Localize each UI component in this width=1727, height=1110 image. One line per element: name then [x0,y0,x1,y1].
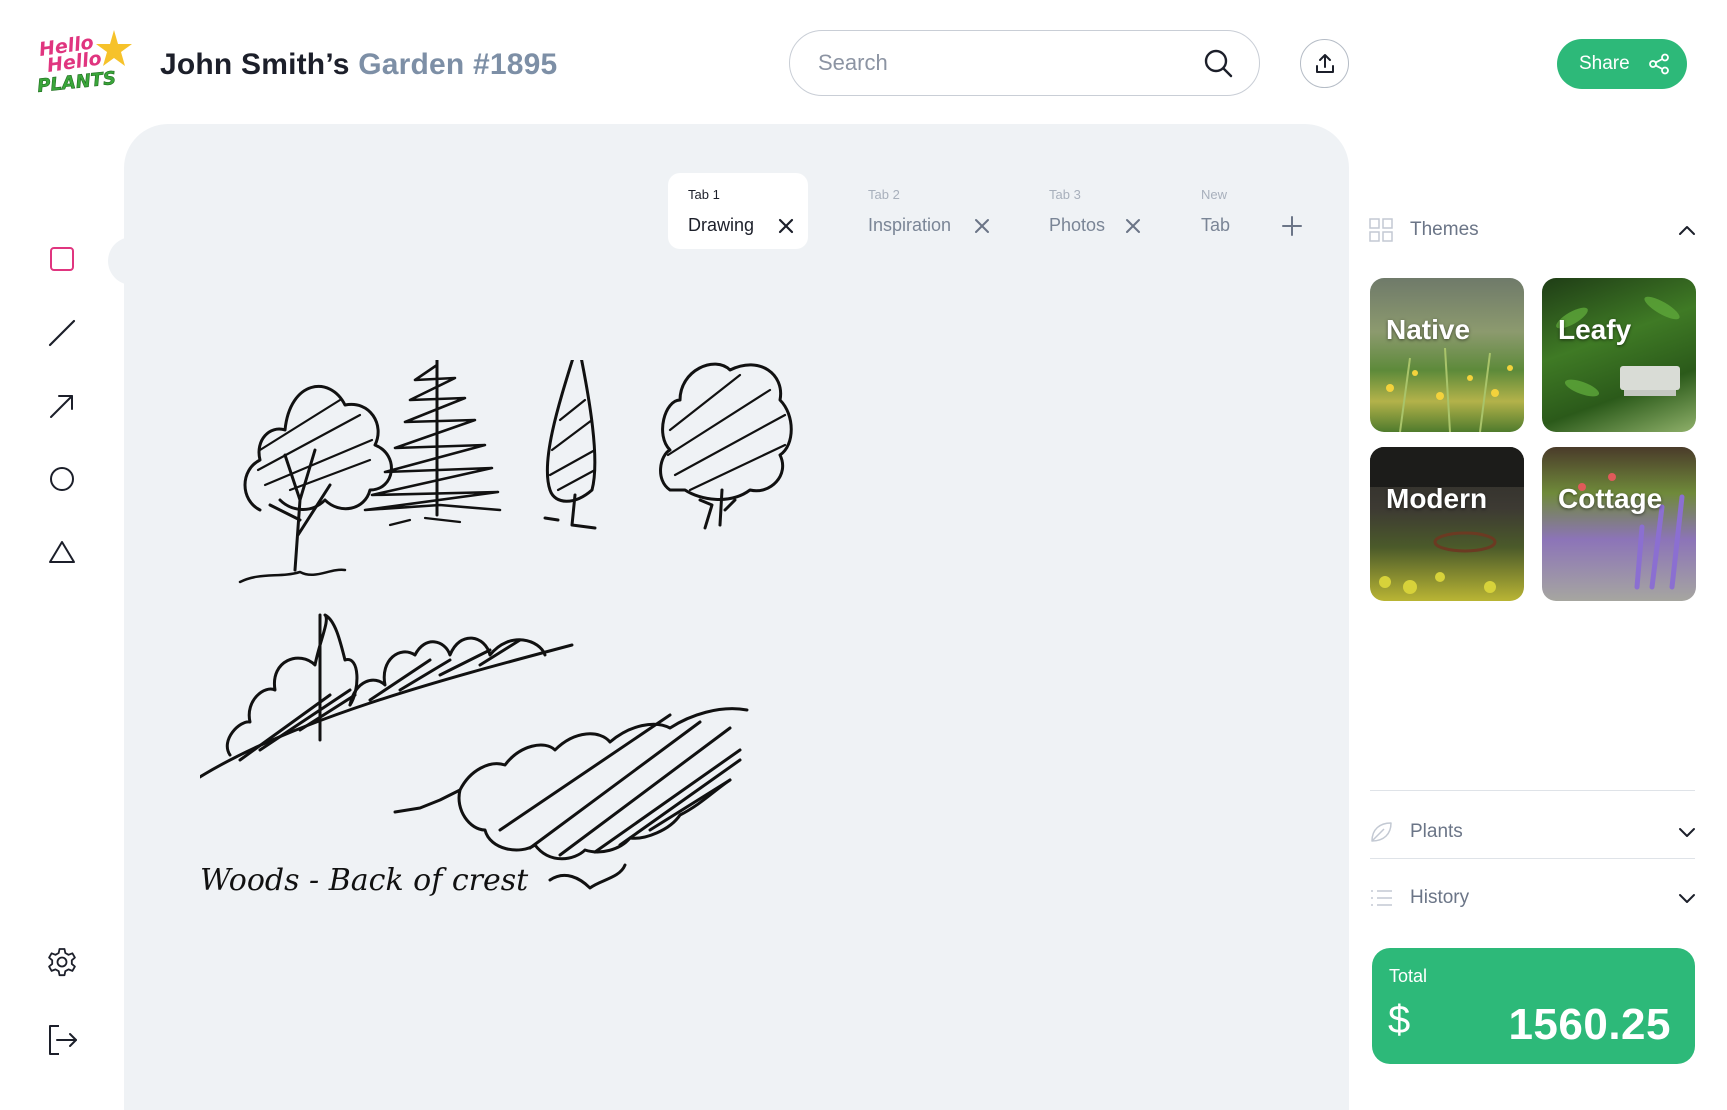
app-page: Hello Hello PLANTS John Smith’s Garden #… [0,0,1727,1110]
tab-label: Inspiration [868,215,952,235]
page-title: John Smith’s Garden #1895 [160,48,557,82]
theme-name: Leafy [1558,314,1632,345]
divider [1370,790,1695,791]
search-icon[interactable] [1203,48,1233,78]
logout-icon [49,1025,77,1055]
garden-name: Garden #1895 [358,48,558,81]
share-button[interactable]: Share [1557,39,1687,89]
tab-number: Tab 3 [1049,187,1081,202]
rectangle-tool[interactable] [44,241,80,277]
leaf-icon [1371,822,1392,842]
divider [1370,858,1695,859]
tab-drawing[interactable]: Tab 1 Drawing [668,173,808,249]
gear-icon [48,948,76,977]
list-icon [1371,890,1392,906]
themes-section-header[interactable]: Themes [1368,210,1698,250]
garden-owner: John Smith’s [160,48,350,81]
close-icon[interactable] [972,216,992,236]
tab-number: Tab 2 [868,187,900,202]
modern-theme-photo [1370,447,1524,594]
arrow-icon [50,395,73,418]
circle-tool[interactable] [44,461,80,497]
theme-cottage[interactable]: Cottage [1542,447,1696,601]
square-icon [50,247,74,271]
plants-section-header[interactable]: Plants [1368,812,1698,852]
history-section-header[interactable]: History [1368,878,1698,918]
triangle-tool[interactable] [44,534,80,570]
upload-icon [1315,53,1334,73]
tab-number: Tab 1 [688,187,720,202]
tab-label: Photos [1049,215,1106,235]
theme-leafy[interactable]: Leafy [1542,278,1696,432]
total-card: Total $ 1560.25 [1372,948,1695,1064]
theme-native[interactable]: Native [1370,278,1524,432]
tab-label: Tab [1201,215,1231,235]
leafy-theme-photo [1556,296,1680,397]
theme-name: Native [1386,314,1471,345]
tab-photos[interactable]: Tab 3 Photos [1029,173,1149,249]
chevron-down-icon[interactable] [1676,887,1698,909]
currency-symbol: $ [1388,998,1411,1042]
theme-name: Cottage [1558,483,1663,514]
circle-icon [50,467,74,491]
themes-label: Themes [1410,219,1479,240]
theme-modern[interactable]: Modern [1370,447,1524,601]
total-label: Total [1389,966,1428,986]
theme-name: Modern [1386,483,1488,514]
upload-button[interactable] [1300,39,1349,88]
share-label: Share [1579,53,1630,74]
grid-icon [1369,218,1393,242]
tab-number: New [1201,187,1228,202]
close-icon[interactable] [776,216,796,236]
chevron-up-icon[interactable] [1676,219,1698,241]
chevron-down-icon[interactable] [1676,821,1698,843]
hello-hello-plants-logo[interactable]: Hello Hello PLANTS [36,26,136,98]
line-icon [48,319,76,347]
line-tool[interactable] [44,315,80,351]
arrow-tool[interactable] [44,388,80,424]
plants-label: Plants [1410,821,1463,842]
settings-button[interactable] [44,944,80,980]
logout-button[interactable] [44,1022,80,1058]
search-bar[interactable] [789,30,1260,96]
triangle-icon [49,541,75,563]
tree-sketch[interactable]: Woods - Back of crest [200,360,880,1000]
plus-icon[interactable] [1280,214,1304,238]
tab-new[interactable]: New Tab [1181,173,1311,249]
total-value: 1560.25 [1508,1000,1671,1049]
history-label: History [1410,887,1470,908]
tab-inspiration[interactable]: Tab 2 Inspiration [848,173,998,249]
close-icon[interactable] [1123,216,1143,236]
native-theme-photo [1386,347,1513,432]
search-input[interactable] [818,47,1178,79]
share-icon [1648,53,1669,75]
tab-label: Drawing [688,215,755,235]
cottage-theme-photo [1578,473,1685,590]
sketch-caption: Woods - Back of crest [200,863,529,898]
